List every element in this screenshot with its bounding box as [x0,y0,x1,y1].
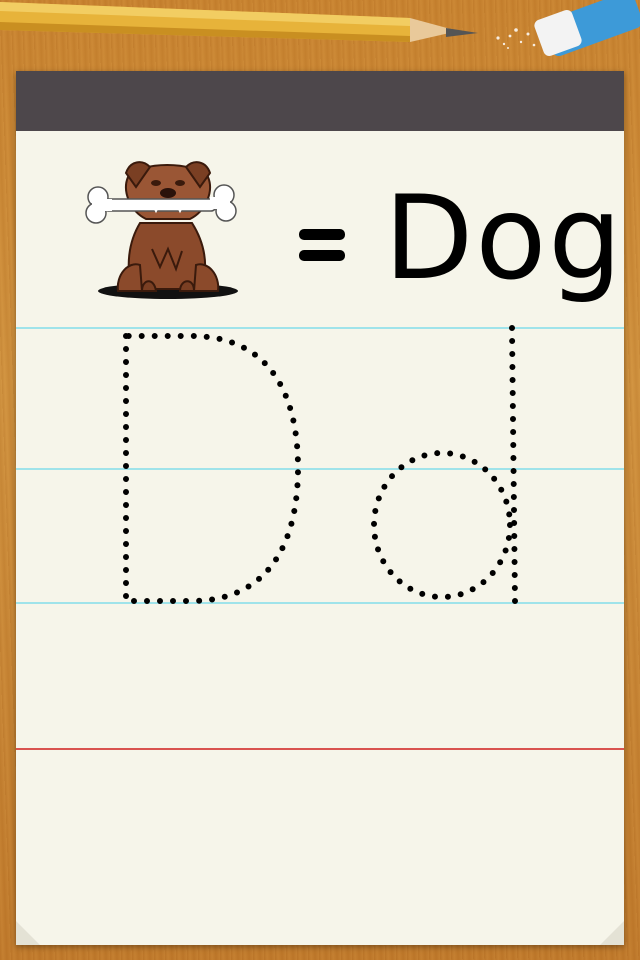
sheet-header-bar [16,71,624,131]
trace-letter-upper-label: D [16,71,17,72]
pencil-icon [0,2,478,42]
worksheet-paper: = Dog D d [16,71,624,945]
dog-with-bone-icon [85,161,238,299]
equals-text: = [268,191,269,192]
trace-letter-lower-d[interactable] [371,325,518,604]
word-label: Dog [384,171,624,306]
page-curl-right-icon [600,921,624,945]
tracing-area[interactable] [16,316,624,616]
page-curl-left-icon [16,921,40,945]
equals-sign [299,227,345,263]
margin-line [16,748,624,750]
trace-letter-upper-d[interactable] [123,333,302,604]
eraser-icon [496,0,640,57]
